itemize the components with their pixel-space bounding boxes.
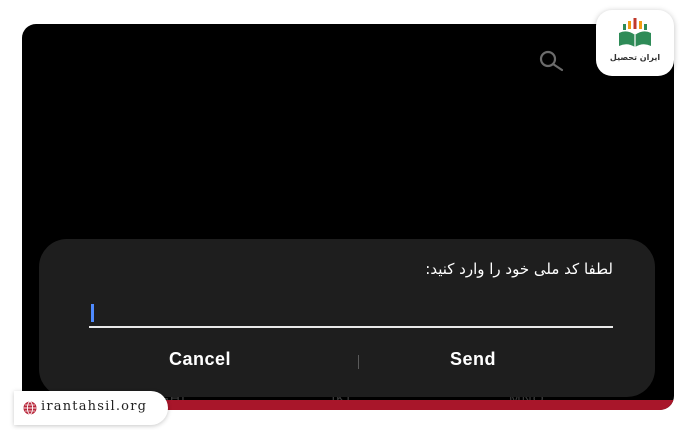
site-url-badge[interactable]: irantahsil.org — [14, 391, 168, 425]
globe-icon — [23, 401, 37, 415]
search-icon[interactable] — [536, 50, 568, 72]
dialog-prompt: لطفا کد ملی خود را وارد کنید: — [425, 260, 613, 278]
national-code-dialog: لطفا کد ملی خود را وارد کنید: Cancel Sen… — [39, 239, 655, 397]
brand-name: ایران تحصیل — [609, 53, 661, 62]
send-button[interactable]: Send — [450, 349, 496, 370]
brand-logo-card: ایران تحصیل — [596, 10, 674, 76]
site-url: irantahsil.org — [41, 399, 148, 414]
book-logo-icon — [619, 18, 651, 47]
national-code-input[interactable] — [89, 302, 613, 328]
button-divider — [358, 355, 359, 369]
cancel-button[interactable]: Cancel — [169, 349, 231, 370]
text-caret — [91, 304, 94, 322]
